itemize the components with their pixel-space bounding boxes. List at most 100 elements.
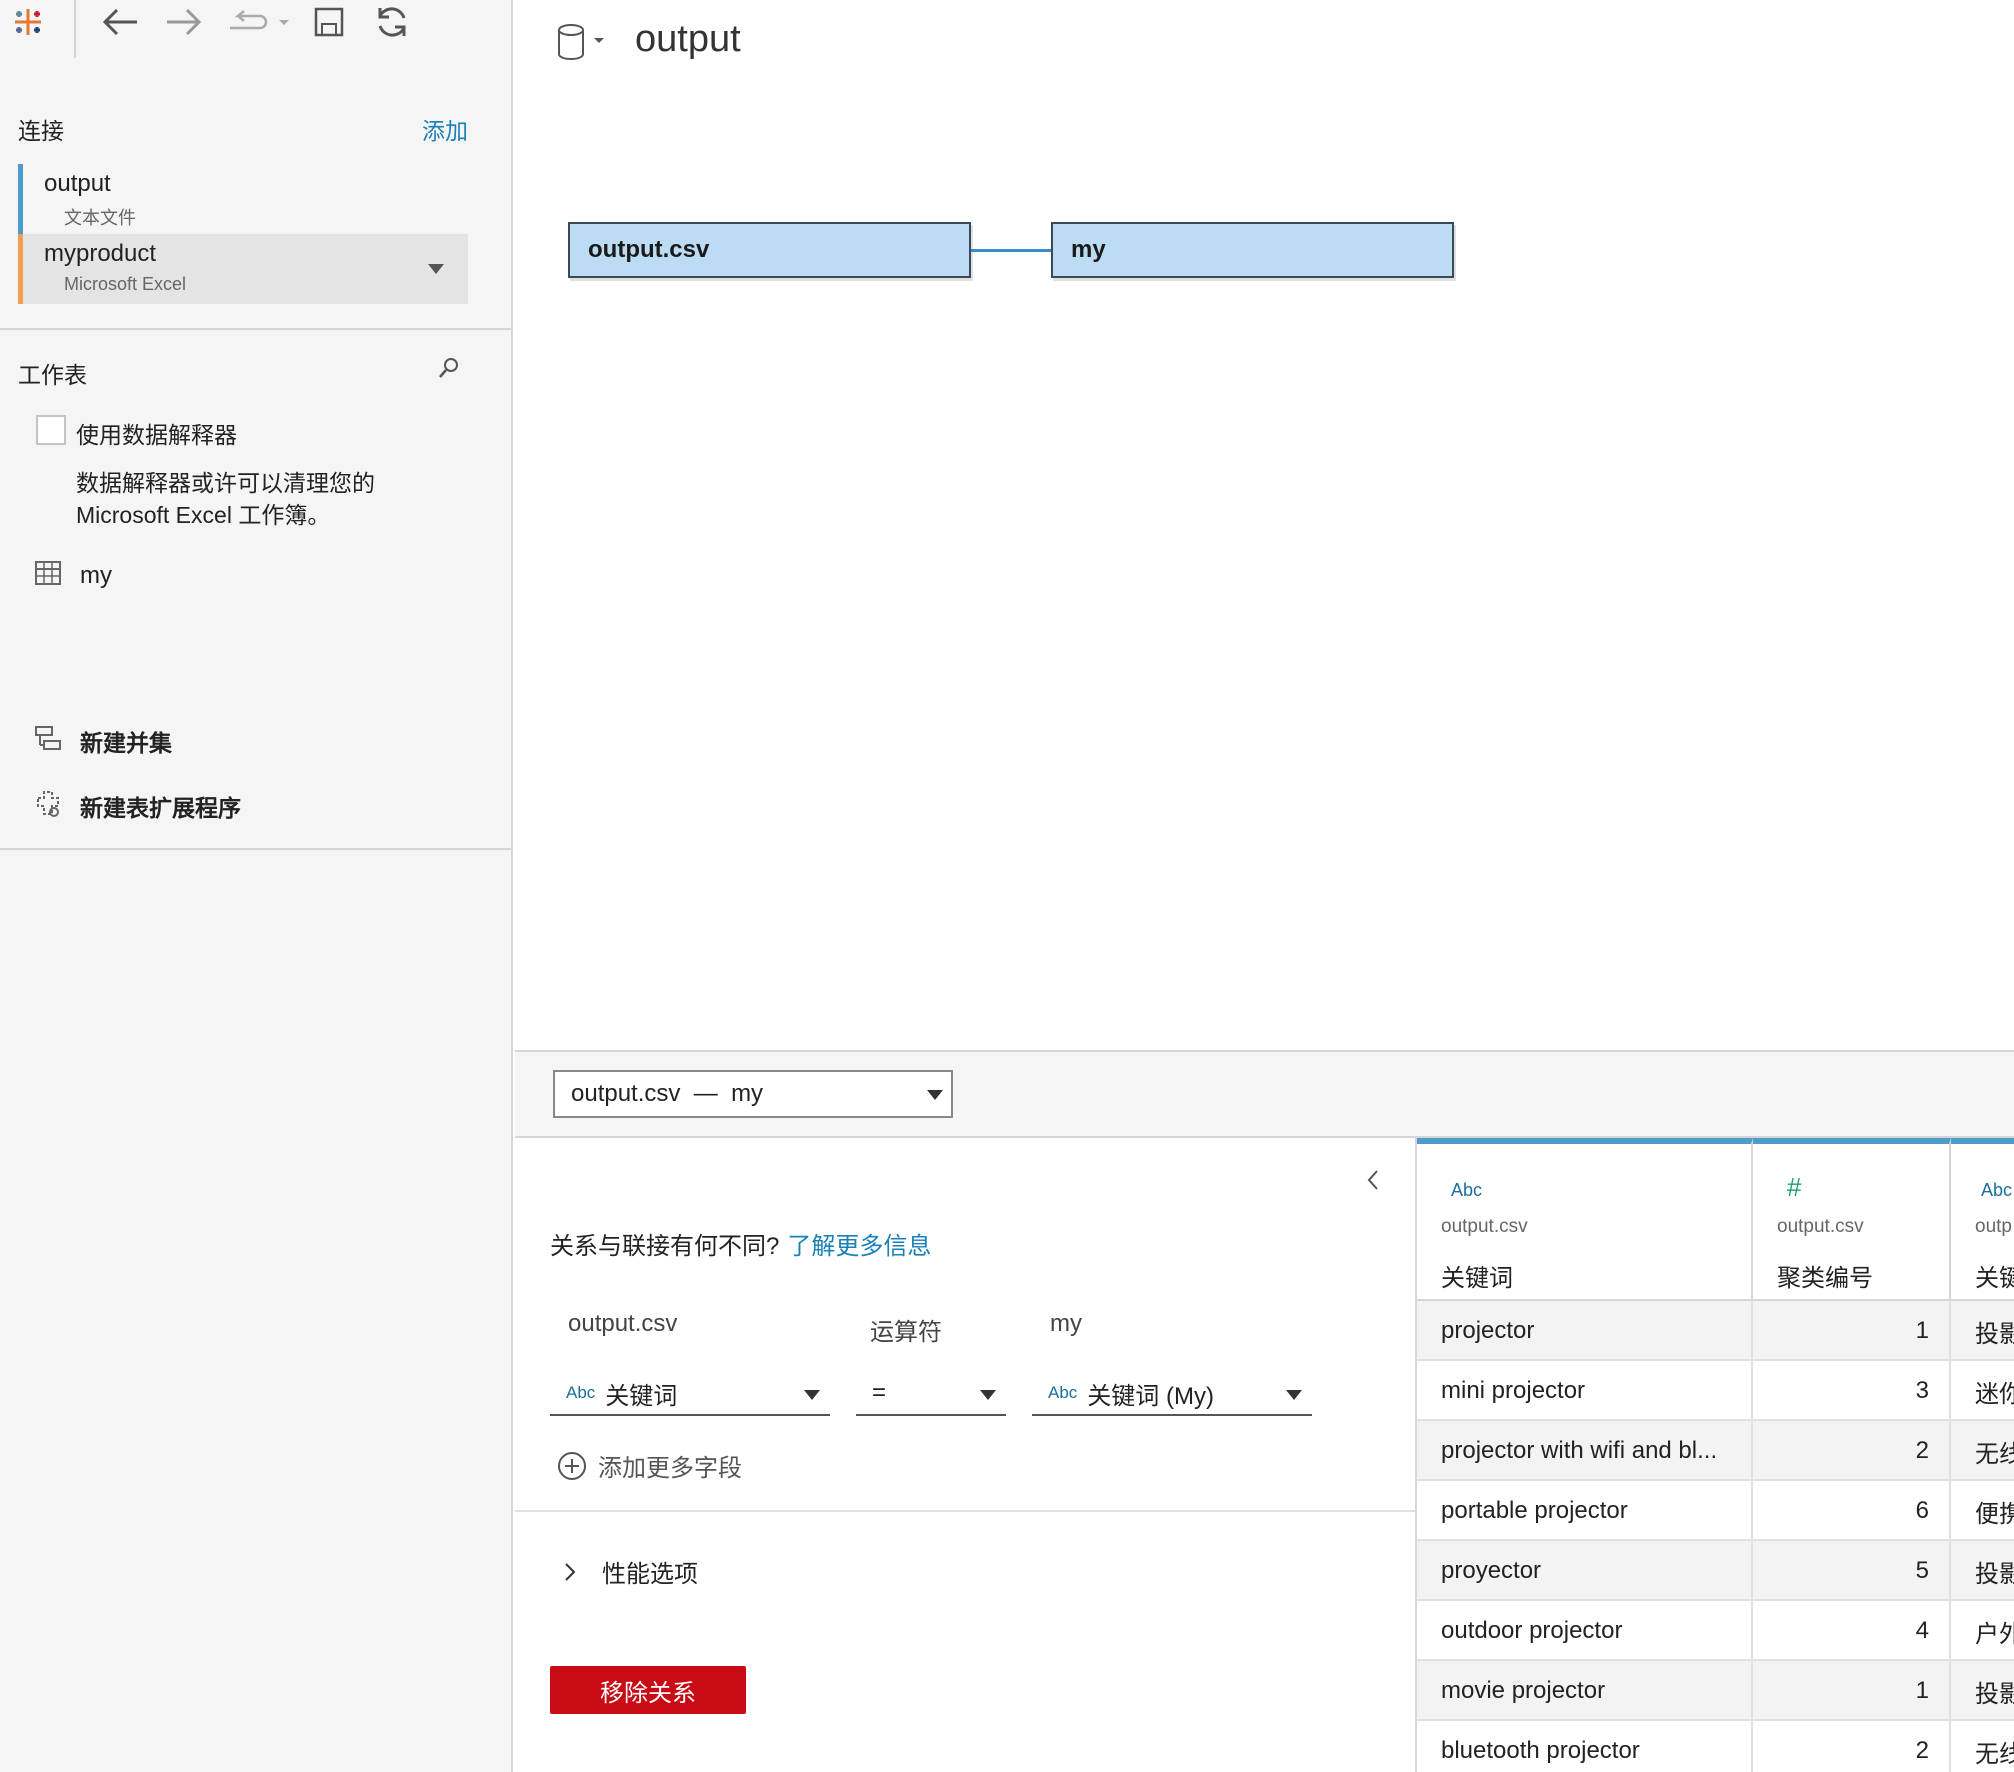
chevron-down-icon <box>927 1090 943 1100</box>
new-table-extension-button[interactable]: 新建表扩展程序 <box>34 788 241 824</box>
refresh-icon[interactable] <box>372 2 412 42</box>
sheet-item-my[interactable]: my <box>34 560 112 592</box>
cell-cluster-id[interactable]: 1 <box>1753 1661 1951 1721</box>
add-more-fields-button[interactable]: 添加更多字段 <box>556 1448 742 1483</box>
cell-keyword[interactable]: mini projector <box>1417 1361 1753 1421</box>
new-table-extension-label: 新建表扩展程序 <box>80 795 241 821</box>
cell-cluster-id[interactable]: 4 <box>1753 1601 1951 1661</box>
new-union-button[interactable]: 新建并集 <box>34 724 172 758</box>
save-icon[interactable] <box>310 2 348 42</box>
connection-color-bar <box>18 234 23 304</box>
column-header-keyword[interactable]: Abc output.csv 关键词 <box>1417 1138 1753 1301</box>
performance-options-toggle[interactable]: 性能选项 <box>562 1554 698 1589</box>
table-card-my[interactable]: my <box>1051 222 1454 278</box>
connection-name: myproduct <box>44 240 157 267</box>
left-field-value: 关键词 <box>605 1382 678 1410</box>
cell-keyword[interactable]: movie projector <box>1417 1661 1753 1721</box>
data-interpreter-label: 使用数据解释器 <box>76 422 237 448</box>
cell-keyword-my[interactable]: 投影 <box>1951 1301 2014 1361</box>
operator-value: = <box>872 1379 887 1406</box>
connection-type: Microsoft Excel <box>64 274 187 294</box>
string-type-icon[interactable]: Abc <box>1981 1180 2012 1201</box>
cell-keyword[interactable]: projector with wifi and bl... <box>1417 1421 1753 1481</box>
operator-select[interactable]: = <box>856 1372 1006 1416</box>
cell-cluster-id[interactable]: 2 <box>1753 1721 1951 1772</box>
search-icon[interactable] <box>438 356 460 385</box>
sidebar-divider <box>0 848 513 850</box>
cell-cluster-id[interactable]: 6 <box>1753 1481 1951 1541</box>
collapse-chevron-left-icon[interactable] <box>1364 1168 1382 1197</box>
relationship-selector[interactable]: output.csv — my <box>553 1070 953 1118</box>
connection-color-bar <box>18 164 23 234</box>
column-name: 聚类编号 <box>1777 1265 1873 1292</box>
table-row: mini projector3迷你 <box>1417 1361 2014 1421</box>
data-interpreter-desc-2: Microsoft Excel 工作簿。 <box>76 502 331 528</box>
cell-keyword[interactable]: portable projector <box>1417 1481 1753 1541</box>
table-row: movie projector1投影 <box>1417 1661 2014 1721</box>
cell-keyword[interactable]: projector <box>1417 1301 1753 1361</box>
column-source: output.csv <box>1777 1216 1864 1237</box>
table-row: proyector5投影 <box>1417 1541 2014 1601</box>
cell-keyword-my[interactable]: 迷你 <box>1951 1361 2014 1421</box>
number-type-icon[interactable]: # <box>1787 1172 1801 1203</box>
string-type-icon[interactable]: Abc <box>1451 1180 1482 1201</box>
add-more-fields-label: 添加更多字段 <box>598 1455 742 1482</box>
table-row: portable projector6便携 <box>1417 1481 2014 1541</box>
forward-arrow-icon[interactable] <box>162 2 206 42</box>
help-text: 关系与联接有何不同? <box>550 1233 780 1260</box>
left-field-select[interactable]: Abc 关键词 <box>550 1372 830 1416</box>
toolbar-divider <box>74 0 76 58</box>
page-title[interactable]: output <box>635 18 741 61</box>
performance-options-label: 性能选项 <box>602 1561 698 1588</box>
string-type-icon: Abc <box>1048 1383 1078 1402</box>
connection-name: output <box>44 170 111 197</box>
relationship-noodle[interactable] <box>971 249 1051 252</box>
table-card-output-csv[interactable]: output.csv <box>568 222 971 278</box>
panel-divider <box>515 1510 1415 1512</box>
relationship-help: 关系与联接有何不同? 了解更多信息 <box>550 1226 931 1261</box>
relationship-selector-label: output.csv — my <box>571 1080 764 1107</box>
cell-keyword[interactable]: outdoor projector <box>1417 1601 1753 1661</box>
sidebar-divider <box>0 328 513 330</box>
cell-keyword-my[interactable]: 便携 <box>1951 1481 2014 1541</box>
left-table-label: output.csv <box>568 1310 678 1337</box>
back-arrow-icon[interactable] <box>98 2 142 42</box>
cell-cluster-id[interactable]: 5 <box>1753 1541 1951 1601</box>
column-name: 关键 <box>1975 1265 2014 1292</box>
cell-keyword-my[interactable]: 无线 <box>1951 1721 2014 1772</box>
add-connection-link[interactable]: 添加 <box>422 112 468 146</box>
connection-item-output[interactable]: output 文本文件 <box>18 164 468 234</box>
cell-keyword-my[interactable]: 无线 <box>1951 1421 2014 1481</box>
right-field-select[interactable]: Abc 关键词 (My) <box>1032 1372 1312 1416</box>
remove-relationship-button[interactable]: 移除关系 <box>550 1666 746 1714</box>
cell-keyword[interactable]: bluetooth projector <box>1417 1721 1753 1772</box>
column-name: 关键词 <box>1441 1265 1513 1292</box>
tableau-logo-icon[interactable] <box>8 2 48 42</box>
data-source-canvas <box>515 0 2014 1052</box>
cell-cluster-id[interactable]: 3 <box>1753 1361 1951 1421</box>
union-icon <box>34 724 62 758</box>
cell-keyword[interactable]: proyector <box>1417 1541 1753 1601</box>
cell-cluster-id[interactable]: 2 <box>1753 1421 1951 1481</box>
cell-keyword-my[interactable]: 户外 <box>1951 1601 2014 1661</box>
cell-keyword-my[interactable]: 投影 <box>1951 1661 2014 1721</box>
chevron-down-icon <box>804 1390 820 1400</box>
string-type-icon: Abc <box>566 1383 596 1402</box>
datasource-cylinder-icon[interactable] <box>556 22 610 67</box>
chevron-down-icon[interactable] <box>428 264 444 274</box>
table-row: outdoor projector4户外 <box>1417 1601 2014 1661</box>
redo-dropdown-icon[interactable] <box>222 2 292 42</box>
table-extension-icon <box>34 788 62 824</box>
cell-cluster-id[interactable]: 1 <box>1753 1301 1951 1361</box>
connection-type: 文本文件 <box>64 208 136 228</box>
cell-keyword-my[interactable]: 投影 <box>1951 1541 2014 1601</box>
learn-more-link[interactable]: 了解更多信息 <box>787 1226 931 1261</box>
connection-item-myproduct[interactable]: myproduct Microsoft Excel <box>18 234 468 304</box>
data-interpreter-checkbox[interactable] <box>36 415 66 445</box>
data-interpreter-desc-1: 数据解释器或许可以清理您的 <box>76 470 375 496</box>
column-header-keyword-my[interactable]: Abc outp 关键 <box>1951 1138 2014 1301</box>
chevron-right-icon <box>565 1562 576 1581</box>
table-row: projector1投影 <box>1417 1301 2014 1361</box>
data-preview-grid: Abc output.csv 关键词 # output.csv 聚类编号 Abc… <box>1415 1138 2014 1772</box>
column-header-cluster-id[interactable]: # output.csv 聚类编号 <box>1753 1138 1951 1301</box>
